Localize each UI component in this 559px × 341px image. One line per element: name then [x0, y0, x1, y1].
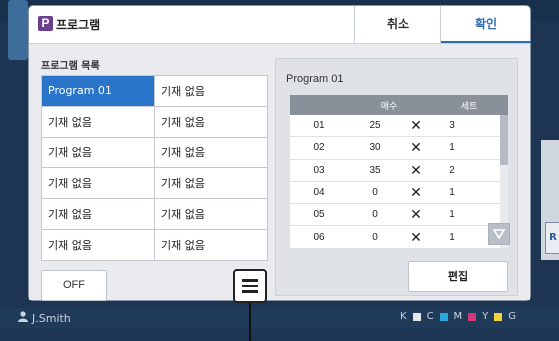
- menu-icon-line: [242, 290, 258, 293]
- status-user: J.Smith: [18, 311, 71, 325]
- ink-c-swatch: [439, 312, 448, 321]
- ink-g-label: G: [508, 311, 517, 322]
- menu-icon-line: [242, 284, 258, 288]
- program-list-item[interactable]: 기재 없음: [155, 229, 268, 261]
- row-number: 05: [313, 209, 325, 221]
- row-count: 0: [372, 209, 378, 221]
- ink-y-swatch: [494, 312, 503, 321]
- ink-k-swatch: [412, 312, 421, 321]
- row-count: 25: [369, 120, 381, 132]
- dialog-title: 프로그램: [56, 18, 101, 32]
- detail-row[interactable]: 06 0 ✕ 1: [290, 226, 500, 249]
- user-icon: [18, 311, 28, 325]
- menu-button[interactable]: [233, 269, 267, 303]
- cancel-button[interactable]: 취소: [354, 6, 441, 43]
- program-list-item[interactable]: 기재 없음: [42, 229, 155, 261]
- program-list-item[interactable]: 기재 없음: [42, 137, 155, 169]
- detail-row[interactable]: 01 25 ✕ 3: [290, 115, 500, 138]
- row-sets: 2: [449, 164, 455, 176]
- program-dialog: P 프로그램 취소 확인 프로그램 목록 Program 01 기재 없음 기재 없…: [29, 6, 531, 341]
- row-sets: 1: [449, 142, 455, 154]
- background-right-tab: R: [545, 222, 559, 254]
- program-list-title: 프로그램 목록: [41, 61, 100, 72]
- scroll-down-button[interactable]: [488, 223, 510, 245]
- edit-button[interactable]: 편집: [408, 261, 508, 292]
- row-count: 0: [372, 187, 378, 199]
- program-list-item[interactable]: 기재 없음: [42, 106, 155, 138]
- scrollbar-thumb[interactable]: [500, 115, 508, 165]
- detail-row[interactable]: 04 0 ✕ 1: [290, 182, 500, 205]
- triangle-down-icon: [493, 229, 505, 239]
- times-icon: ✕: [410, 206, 422, 223]
- row-number: 06: [313, 231, 325, 243]
- ink-y-label: Y: [482, 311, 489, 322]
- row-number: 02: [313, 142, 325, 154]
- callout-pointer: [249, 303, 251, 341]
- row-count: 35: [369, 164, 381, 176]
- row-sets: 3: [449, 120, 455, 132]
- row-count: 0: [372, 231, 378, 243]
- program-list-item[interactable]: 기재 없음: [155, 199, 268, 230]
- ink-status: K C M Y G: [400, 311, 516, 322]
- ok-underline: [441, 41, 531, 43]
- selected-program-name: Program 01: [286, 73, 344, 85]
- program-list-item[interactable]: 기재 없음: [155, 106, 268, 138]
- program-list-grid: Program 01 기재 없음 기재 없음 기재 없음 기재 없음 기재 없음 기재 없음…: [41, 75, 268, 261]
- dialog-content: 프로그램 목록 Program 01 기재 없음 기재 없음 기재 없음 기재 없음 기재…: [29, 44, 530, 341]
- row-sets: 1: [449, 231, 455, 243]
- times-icon: ✕: [410, 184, 422, 201]
- menu-icon-line: [242, 279, 258, 282]
- program-list-item[interactable]: 기재 없음: [155, 137, 268, 169]
- row-number: 04: [313, 187, 325, 199]
- off-button[interactable]: OFF: [41, 270, 107, 301]
- detail-row[interactable]: 02 30 ✕ 1: [290, 137, 500, 160]
- row-count: 30: [369, 142, 381, 154]
- user-name: J.Smith: [32, 311, 71, 325]
- program-list-item[interactable]: 기재 없음: [42, 199, 155, 230]
- ink-m-label: M: [453, 311, 463, 322]
- background-side-tab: [8, 0, 28, 60]
- row-sets: 1: [449, 209, 455, 221]
- detail-table-body: 01 25 ✕ 3 02 30 ✕ 1 03 35 ✕ 2 04 0 ✕ 1 05 0 ✕ 1 06 0 ✕ 1: [290, 115, 500, 249]
- program-icon: P: [38, 16, 53, 31]
- dialog-titlebar: P 프로그램 취소 확인: [29, 6, 531, 44]
- program-list-item[interactable]: 기재 없음: [155, 76, 268, 107]
- times-icon: ✕: [410, 139, 422, 156]
- times-icon: ✕: [410, 228, 422, 245]
- program-list-item[interactable]: 기재 없음: [155, 168, 268, 200]
- header-count: 매수: [380, 101, 398, 112]
- program-list-item[interactable]: Program 01: [42, 76, 155, 107]
- times-icon: ✕: [410, 117, 422, 134]
- header-sets: 세트: [460, 101, 478, 112]
- ink-c-label: C: [426, 311, 434, 322]
- detail-row[interactable]: 03 35 ✕ 2: [290, 160, 500, 182]
- row-sets: 1: [449, 187, 455, 199]
- ok-button[interactable]: 확인: [440, 6, 531, 43]
- header-spacer: [290, 95, 348, 115]
- program-detail-panel: Program 01 매수 세트 01 25 ✕ 3 02 30 ✕ 1 03 35 ✕ 2 04 0 ✕ 1…: [275, 58, 518, 296]
- program-list-item[interactable]: 기재 없음: [42, 168, 155, 200]
- detail-table-header: 매수 세트: [290, 95, 508, 115]
- times-icon: ✕: [410, 161, 422, 178]
- row-number: 01: [313, 120, 325, 132]
- ok-button-label: 확인: [474, 17, 498, 31]
- ink-m-swatch: [468, 312, 477, 321]
- row-number: 03: [313, 164, 325, 176]
- detail-row[interactable]: 05 0 ✕ 1: [290, 204, 500, 227]
- ink-k-label: K: [400, 311, 407, 322]
